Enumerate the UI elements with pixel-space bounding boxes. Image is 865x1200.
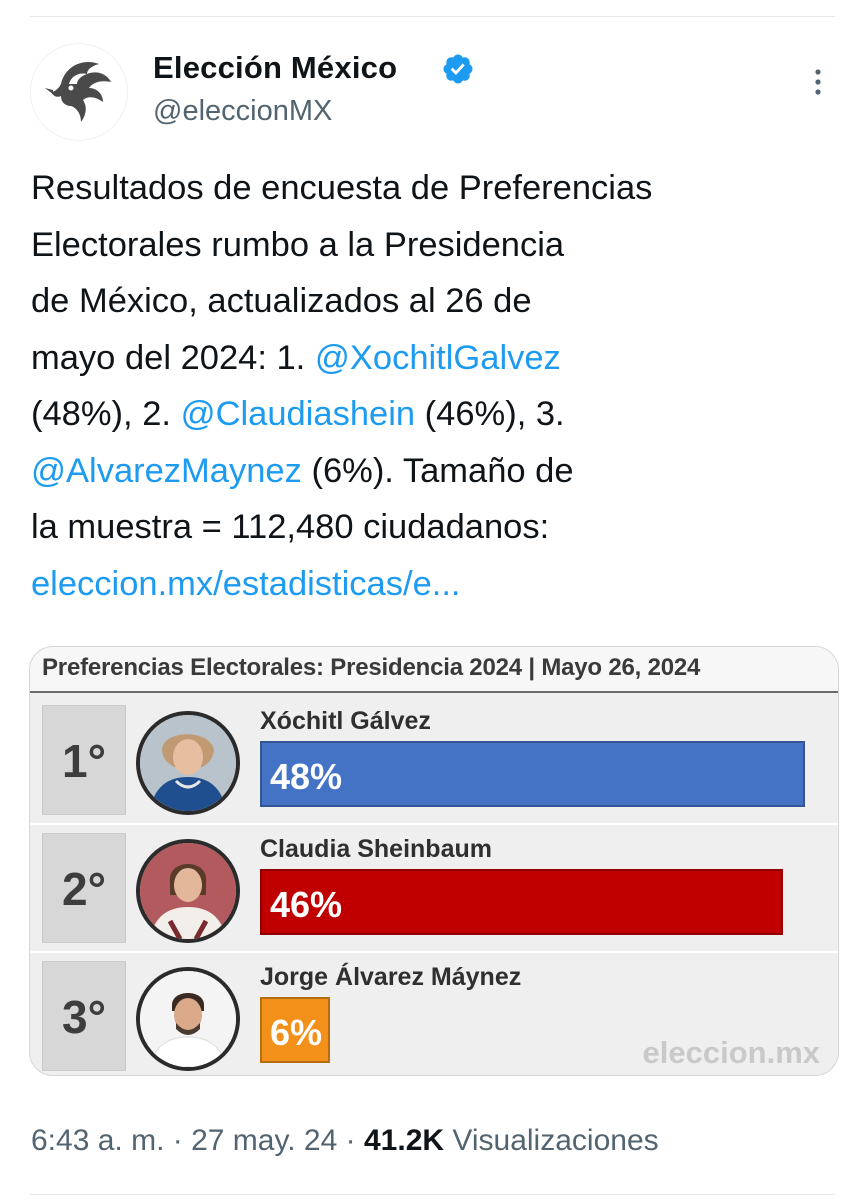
mention-claudia-link[interactable]: @Claudiashein	[181, 395, 416, 433]
row-divider	[30, 951, 838, 953]
tweet-time[interactable]: 6:43 a. m.	[31, 1124, 164, 1157]
tweet-line: de México, actualizados al 26 de	[31, 282, 532, 320]
top-divider	[30, 16, 835, 17]
mention-xochitl-link[interactable]: @XochitlGalvez	[315, 339, 561, 377]
meta-separator: ·	[172, 1124, 183, 1157]
profile-avatar[interactable]	[30, 43, 128, 141]
candidate-row: 1° Xóchitl Gálvez 48%	[30, 699, 838, 821]
candidate-portrait-icon	[140, 843, 236, 939]
card-header: Preferencias Electorales: Presidencia 20…	[30, 647, 838, 693]
tweet-text-segment: (6%). Tamaño de	[311, 451, 574, 490]
candidate-name: Claudia Sheinbaum	[260, 835, 492, 863]
tweet-line: Electorales rumbo a la Presidencia	[31, 225, 565, 264]
tweet-meta: 6:43 a. m. · 27 may. 24 · 41.2K Visualiz…	[31, 1124, 659, 1158]
account-handle[interactable]: @eleccionMX	[153, 95, 332, 128]
tweet-line: Resultados de encuesta de Preferencias	[31, 169, 653, 207]
display-name[interactable]: Elección México	[153, 50, 397, 86]
result-bar: 48%	[260, 741, 805, 807]
rank-label: 1°	[42, 705, 126, 815]
result-bar: 6%	[260, 997, 330, 1063]
tweet-line: la muestra = 112,480 ciudadanos:	[31, 508, 550, 546]
candidate-name: Jorge Álvarez Máynez	[260, 963, 522, 991]
candidate-photo	[136, 967, 240, 1071]
watermark: eleccion.mx	[642, 1035, 820, 1070]
candidate-name: Xóchitl Gálvez	[260, 707, 431, 735]
eagle-logo-icon	[32, 45, 126, 139]
tweet-date[interactable]: 27 may. 24	[191, 1124, 337, 1157]
result-bar-label: 48%	[270, 756, 343, 797]
tweet-line: (48%), 2. @Claudiashein (46%), 3.	[31, 386, 841, 443]
tweet-text-segment: (48%), 2.	[31, 395, 171, 433]
views-count: 41.2K	[363, 1124, 445, 1157]
result-bar-label: 46%	[270, 884, 343, 925]
chart-title: Preferencias Electorales: Presidencia 20…	[42, 654, 701, 681]
candidate-photo	[136, 711, 240, 815]
tweet-text-segment: (46%), 3.	[424, 395, 565, 433]
tweet-line: @AlvarezMaynez (6%). Tamaño de	[31, 443, 841, 500]
tweet-text: Resultados de encuesta de Preferencias E…	[31, 160, 841, 612]
row-divider	[30, 823, 838, 825]
rank-label: 2°	[42, 833, 126, 943]
bottom-divider	[30, 1194, 835, 1195]
more-options-icon[interactable]	[806, 64, 830, 100]
tweet-text-segment: mayo del 2024: 1.	[31, 338, 306, 377]
candidate-portrait-icon	[140, 971, 236, 1067]
meta-separator: ·	[345, 1124, 356, 1157]
candidate-photo	[136, 839, 240, 943]
tweet-url-link[interactable]: eleccion.mx/estadisticas/e...	[31, 556, 841, 613]
verified-badge-icon	[443, 54, 473, 84]
result-bar: 46%	[260, 869, 783, 935]
views-label: Visualizaciones	[452, 1124, 659, 1157]
mention-alvarez-link[interactable]: @AlvarezMaynez	[31, 452, 302, 490]
rank-label: 3°	[42, 961, 126, 1071]
candidate-portrait-icon	[140, 715, 236, 811]
result-bar-label: 6%	[270, 1012, 323, 1053]
poll-image-card[interactable]: Preferencias Electorales: Presidencia 20…	[29, 646, 839, 1076]
tweet-line: mayo del 2024: 1. @XochitlGalvez	[31, 330, 841, 387]
candidate-row: 2° Claudia Sheinbaum 46%	[30, 827, 838, 949]
